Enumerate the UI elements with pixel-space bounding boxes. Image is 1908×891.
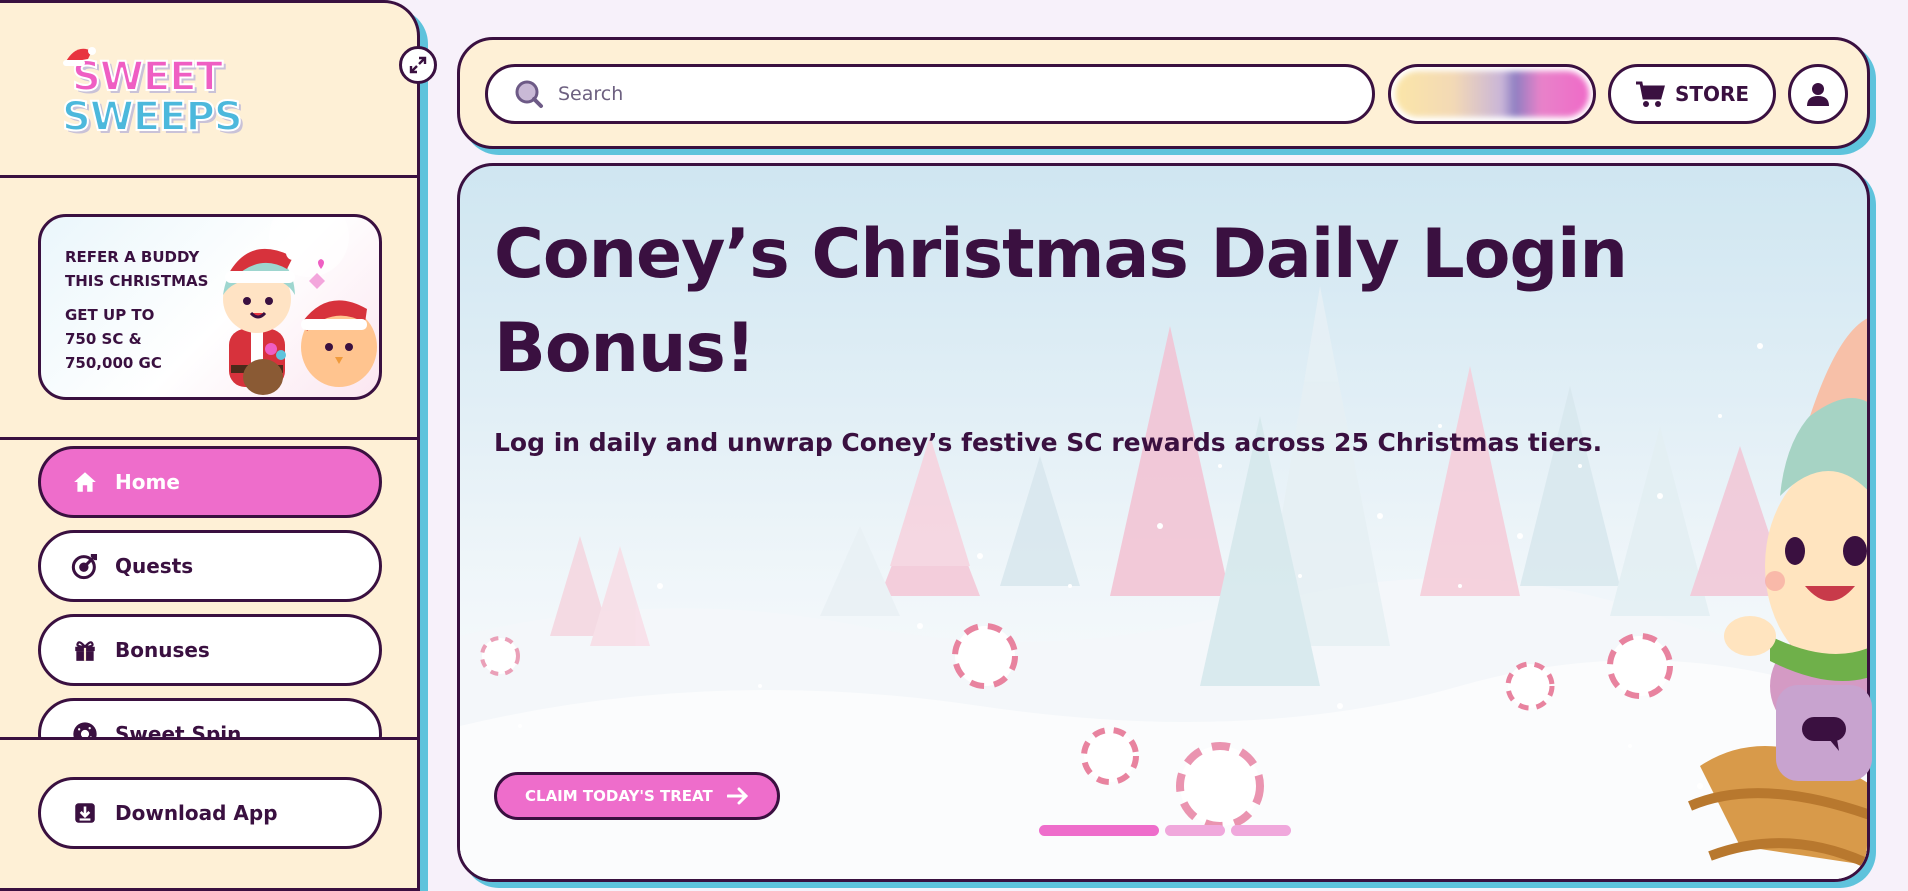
blurred-balance	[1395, 71, 1589, 117]
santa-hat-icon	[63, 47, 96, 66]
sidebar-item-label: Quests	[115, 554, 194, 578]
sidebar: SWEET SWEEPS REFER A BUDDY THIS CHRISTMA…	[0, 0, 420, 891]
search-icon	[515, 80, 543, 108]
santa-mascot-illustration	[223, 217, 377, 395]
sidebar-item-label: Sweet Spin	[115, 722, 242, 740]
carousel-dot[interactable]	[1231, 825, 1291, 836]
sidebar-item-home[interactable]: Home	[38, 446, 382, 518]
store-label: STORE	[1674, 82, 1750, 106]
expand-arrows-icon	[409, 56, 427, 74]
refer-buddy-banner[interactable]: REFER A BUDDY THIS CHRISTMAS GET UP TO 7…	[38, 214, 382, 400]
promo-area: REFER A BUDDY THIS CHRISTMAS GET UP TO 7…	[0, 178, 417, 440]
sidebar-item-label: Bonuses	[115, 638, 210, 662]
download-area: Download App	[0, 740, 417, 888]
download-icon	[71, 799, 99, 827]
promo-line: REFER A BUDDY	[65, 248, 200, 266]
promo-line: THIS CHRISTMAS	[65, 272, 209, 290]
brand-logo[interactable]: SWEET SWEEPS	[61, 43, 244, 140]
carousel-dot[interactable]	[1165, 825, 1225, 836]
logo-text-sweeps: SWEEPS	[61, 94, 244, 140]
download-app-label: Download App	[115, 801, 278, 825]
quest-target-icon	[71, 552, 99, 580]
chat-bubble-icon	[1802, 717, 1846, 751]
sidebar-item-label: Home	[115, 470, 180, 494]
top-bar: STORE	[457, 37, 1870, 149]
promo-line: 750,000 GC	[65, 354, 162, 372]
hero-subtitle: Log in daily and unwrap Coney’s festive …	[494, 428, 1603, 457]
sidebar-item-bonuses[interactable]: Bonuses	[38, 614, 382, 686]
store-button[interactable]: STORE	[1608, 64, 1776, 124]
gift-icon	[71, 636, 99, 664]
carousel-indicators	[1039, 825, 1291, 836]
expand-sidebar-button[interactable]	[399, 46, 437, 84]
balance-display[interactable]	[1388, 64, 1596, 124]
user-icon	[1807, 83, 1829, 106]
chat-support-button[interactable]	[1776, 685, 1872, 781]
promo-text: REFER A BUDDY THIS CHRISTMAS GET UP TO 7…	[65, 245, 208, 375]
sidebar-nav: Home Quests Bonuses Sweet Spin	[0, 440, 417, 740]
search-box[interactable]	[485, 64, 1375, 124]
sidebar-item-sweet-spin[interactable]: Sweet Spin	[38, 698, 382, 740]
profile-button[interactable]	[1788, 64, 1848, 124]
donut-icon	[71, 720, 99, 737]
home-icon	[71, 468, 99, 496]
cart-icon	[1635, 80, 1665, 108]
promo-line: GET UP TO	[65, 306, 155, 324]
logo-area: SWEET SWEEPS	[0, 3, 417, 178]
search-input[interactable]	[558, 83, 1338, 105]
carousel-dot-active[interactable]	[1039, 825, 1159, 836]
download-app-button[interactable]: Download App	[38, 777, 382, 849]
claim-treat-button[interactable]: CLAIM TODAY'S TREAT	[494, 772, 780, 820]
promo-line: 750 SC &	[65, 330, 142, 348]
sidebar-item-quests[interactable]: Quests	[38, 530, 382, 602]
hero-title: Coney’s Christmas Daily Login Bonus!	[494, 215, 1628, 388]
hero-banner[interactable]: Coney’s Christmas Daily Login Bonus! Log…	[457, 163, 1870, 882]
claim-treat-label: CLAIM TODAY'S TREAT	[525, 787, 713, 805]
arrow-right-icon	[726, 787, 748, 805]
